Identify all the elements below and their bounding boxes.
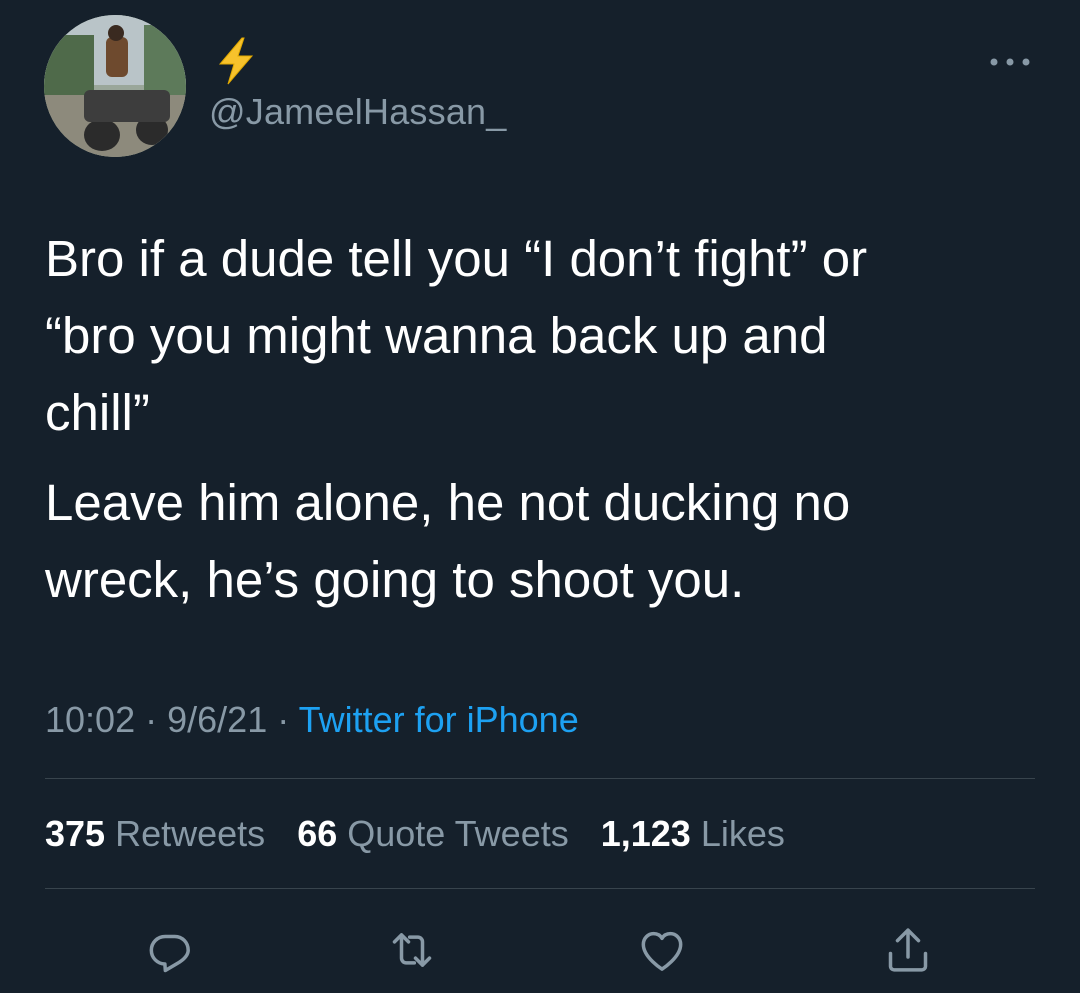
tweet-line: “bro you might wanna back up and [45, 307, 828, 364]
retweets-label: Retweets [115, 813, 266, 854]
quote-tweets-stat[interactable]: 66 Quote Tweets [297, 813, 569, 854]
tweet-line: Leave him alone, he not ducking no [45, 474, 851, 531]
reply-button[interactable] [142, 922, 198, 978]
tweet-source-link[interactable]: Twitter for iPhone [299, 699, 579, 740]
likes-label: Likes [700, 813, 785, 854]
retweets-stat[interactable]: 375 Retweets [45, 813, 265, 854]
tweet-text: Bro if a dude tell you “I don’t fight” o… [45, 220, 1045, 618]
tweet-stats: 375 Retweets 66 Quote Tweets 1,123 Likes [45, 810, 807, 858]
tweet-line: chill” [45, 384, 150, 441]
divider [45, 888, 1035, 889]
meta-separator: · [277, 699, 290, 740]
tweet-line: Bro if a dude tell you “I don’t fight” o… [45, 230, 868, 287]
divider [45, 778, 1035, 779]
user-handle[interactable]: @JameelHassan_ [209, 88, 506, 136]
share-icon [888, 928, 928, 972]
tweet-time: 10:02 [45, 699, 136, 740]
retweet-icon [392, 933, 432, 967]
tweet-line: wreck, he’s going to shoot you. [45, 551, 745, 608]
reply-icon [149, 934, 190, 973]
like-icon [641, 931, 683, 971]
share-button[interactable] [880, 922, 936, 978]
retweets-count: 375 [45, 813, 106, 854]
tweet-date: 9/6/21 [167, 699, 268, 740]
retweet-button[interactable] [384, 922, 440, 978]
quote-tweets-count: 66 [297, 813, 338, 854]
likes-count: 1,123 [600, 813, 691, 854]
lightning-bolt-icon [214, 36, 258, 86]
meta-separator: · [145, 699, 158, 740]
tweet-meta: 10:02 · 9/6/21 · Twitter for iPhone [45, 696, 579, 744]
avatar[interactable] [44, 15, 186, 157]
likes-stat[interactable]: 1,123 Likes [601, 813, 785, 854]
more-options-icon[interactable] [986, 48, 1034, 76]
like-button[interactable] [634, 922, 690, 978]
quote-tweets-label: Quote Tweets [347, 813, 569, 854]
